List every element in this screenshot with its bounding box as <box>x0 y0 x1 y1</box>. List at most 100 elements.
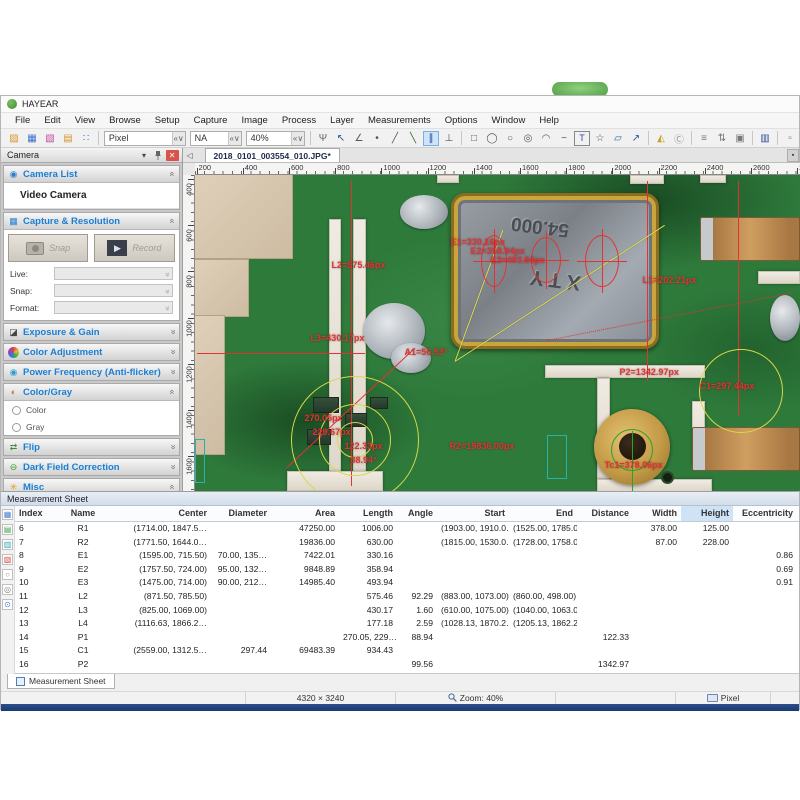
live-resolution-select[interactable] <box>54 267 173 280</box>
calibration-icon[interactable]: ◭ <box>653 131 669 146</box>
section-color-adjustment-header[interactable]: Color Adjustment <box>4 344 179 360</box>
image-canvas[interactable]: 54.000 XTY <box>195 175 800 491</box>
column-header-start[interactable]: Start <box>437 506 509 521</box>
table-row[interactable]: 14P1270.05, 229…88.94122.33 <box>15 631 799 645</box>
section-color-gray-header[interactable]: Color/Gray <box>4 384 179 400</box>
snap-button[interactable]: Snap <box>8 234 88 262</box>
gray-radio[interactable] <box>12 423 21 432</box>
arrow-tool-icon[interactable]: ↗ <box>628 131 644 146</box>
close-panel-button[interactable]: ✕ <box>166 150 179 161</box>
collapse-down-icon[interactable] <box>167 349 177 354</box>
column-header-eccentricity[interactable]: Eccentricity <box>733 506 797 521</box>
table-row[interactable]: 9E2(1757.50, 724.00)95.00, 132…9848.8935… <box>15 563 799 577</box>
thumbnail-browser-icon[interactable]: ∷ <box>78 131 94 146</box>
crop-icon[interactable]: Ⓒ <box>671 131 687 146</box>
export-image-icon[interactable]: ▧ <box>2 554 13 565</box>
section-misc-header[interactable]: Misc <box>4 479 179 491</box>
menu-file[interactable]: File <box>9 114 36 127</box>
collapse-up-icon[interactable] <box>167 218 177 223</box>
open-image-icon[interactable]: ▤ <box>60 131 76 146</box>
export-excel-icon[interactable]: ▤ <box>2 524 13 535</box>
table-row[interactable]: 12L3(825.00, 1069.00)430.171.60(610.00, … <box>15 604 799 618</box>
menu-layer[interactable]: Layer <box>324 114 360 127</box>
ruler-tool-icon[interactable]: ▱ <box>610 131 626 146</box>
menu-edit[interactable]: Edit <box>38 114 66 127</box>
chevron-down-icon[interactable]: ∨ <box>291 132 304 145</box>
menu-browse[interactable]: Browse <box>103 114 147 127</box>
open-folder-icon[interactable]: ▨ <box>6 131 22 146</box>
new-window-icon[interactable]: ▫ <box>782 131 798 146</box>
color-radio[interactable] <box>12 406 21 415</box>
collapse-up-icon[interactable] <box>167 484 177 489</box>
section-capture-resolution-header[interactable]: Capture & Resolution <box>4 213 179 229</box>
perpendicular-tool-icon[interactable]: ⊥ <box>441 131 457 146</box>
export-csv-icon[interactable]: ▥ <box>2 539 13 550</box>
column-header-end[interactable]: End <box>509 506 577 521</box>
column-header-height[interactable]: Height <box>681 506 733 521</box>
table-row[interactable]: 10E3(1475.00, 714.00)90.00, 212…14985.40… <box>15 576 799 590</box>
menu-capture[interactable]: Capture <box>188 114 234 127</box>
parallel-lines-tool-icon[interactable]: ∥ <box>423 131 439 146</box>
column-header-width[interactable]: Width <box>633 506 681 521</box>
tab-scroll-right-icon[interactable]: ▪ <box>787 149 799 162</box>
table-row[interactable]: 11L2(871.50, 785.50)575.4692.29(883.00, … <box>15 590 799 604</box>
column-header-length[interactable]: Length <box>339 506 397 521</box>
table-row[interactable]: 15C1(2559.00, 1312.5…297.4469483.39934.4… <box>15 644 799 658</box>
collapse-down-icon[interactable] <box>167 329 177 334</box>
menu-process[interactable]: Process <box>276 114 322 127</box>
pin-icon[interactable] <box>152 150 165 161</box>
fit-to-window-icon[interactable]: ⇅ <box>714 131 730 146</box>
snap-resolution-select[interactable] <box>54 284 173 297</box>
save-as-icon[interactable]: ▧ <box>42 131 58 146</box>
arc-tool-icon[interactable]: ◠ <box>538 131 554 146</box>
record-button[interactable]: ▶ Record <box>94 234 174 262</box>
measurement-sheet-icon[interactable]: ▥ <box>757 131 773 146</box>
collapse-down-icon[interactable] <box>167 444 177 449</box>
collapse-up-icon[interactable] <box>167 171 177 176</box>
annulus-tool-icon[interactable]: ◎ <box>520 131 536 146</box>
ellipse-tool-icon[interactable]: ◯ <box>484 131 500 146</box>
column-header-center[interactable]: Center <box>111 506 211 521</box>
menu-measurements[interactable]: Measurements <box>362 114 437 127</box>
flatten-layers-icon[interactable]: ≡ <box>696 131 712 146</box>
column-header-index[interactable]: Index <box>15 506 55 521</box>
column-header-area[interactable]: Area <box>271 506 339 521</box>
text-tool-icon[interactable]: T <box>574 131 590 146</box>
image-tab[interactable]: 2018_0101_003554_010.JPG* <box>205 148 340 162</box>
point-marker-icon[interactable]: ⊙ <box>2 599 13 610</box>
select-tool-icon[interactable]: ↖ <box>333 131 349 146</box>
menu-image[interactable]: Image <box>235 114 273 127</box>
sheet-icon[interactable]: ▦ <box>2 509 13 520</box>
tab-scroll-left-icon[interactable]: ◁ <box>183 149 197 162</box>
star-tool-icon[interactable]: ☆ <box>592 131 608 146</box>
section-dark-field-header[interactable]: Dark Field Correction <box>4 459 179 475</box>
unit-dropdown[interactable]: Pixel ∨ <box>104 131 186 146</box>
circle-marker-icon[interactable]: ○ <box>2 569 13 580</box>
magnification-dropdown[interactable]: NA ∨ <box>190 131 242 146</box>
menu-help[interactable]: Help <box>533 114 565 127</box>
column-header-distance[interactable]: Distance <box>577 506 633 521</box>
column-header-name[interactable]: Name <box>55 506 111 521</box>
chevron-down-icon[interactable]: ∨ <box>228 132 241 145</box>
table-row[interactable]: 7R2(1771.50, 1644.0…19836.00630.00(1815.… <box>15 536 799 550</box>
column-header-diameter[interactable]: Diameter <box>211 506 271 521</box>
menu-options[interactable]: Options <box>439 114 484 127</box>
table-row[interactable]: 13L4(1116.63, 1866.2…177.182.59(1028.13,… <box>15 617 799 631</box>
polyline-tool-icon[interactable]: ╲ <box>405 131 421 146</box>
measurement-sheet-tab[interactable]: Measurement Sheet <box>7 674 115 689</box>
panel-menu-icon[interactable]: ▾ <box>138 150 151 161</box>
table-row[interactable]: 16P299.561342.97 <box>15 658 799 672</box>
table-row[interactable]: 6R1(1714.00, 1847.5…47250.001006.00(1903… <box>15 522 799 536</box>
grayscale-icon[interactable]: ▣ <box>732 131 748 146</box>
save-icon[interactable]: ▦ <box>24 131 40 146</box>
section-flip-header[interactable]: Flip <box>4 439 179 455</box>
angle-tool-icon[interactable]: ∠ <box>351 131 367 146</box>
point-tool-icon[interactable]: • <box>369 131 385 146</box>
curve-tool-icon[interactable]: ~ <box>556 131 572 146</box>
section-exposure-gain-header[interactable]: Exposure & Gain <box>4 324 179 340</box>
color-radio-row[interactable]: Color <box>4 401 179 418</box>
circle-tool-icon[interactable]: ○ <box>502 131 518 146</box>
table-row[interactable]: 8E1(1595.00, 715.50)70.00, 135…7422.0133… <box>15 549 799 563</box>
menu-view[interactable]: View <box>69 114 101 127</box>
format-select[interactable] <box>54 301 173 314</box>
